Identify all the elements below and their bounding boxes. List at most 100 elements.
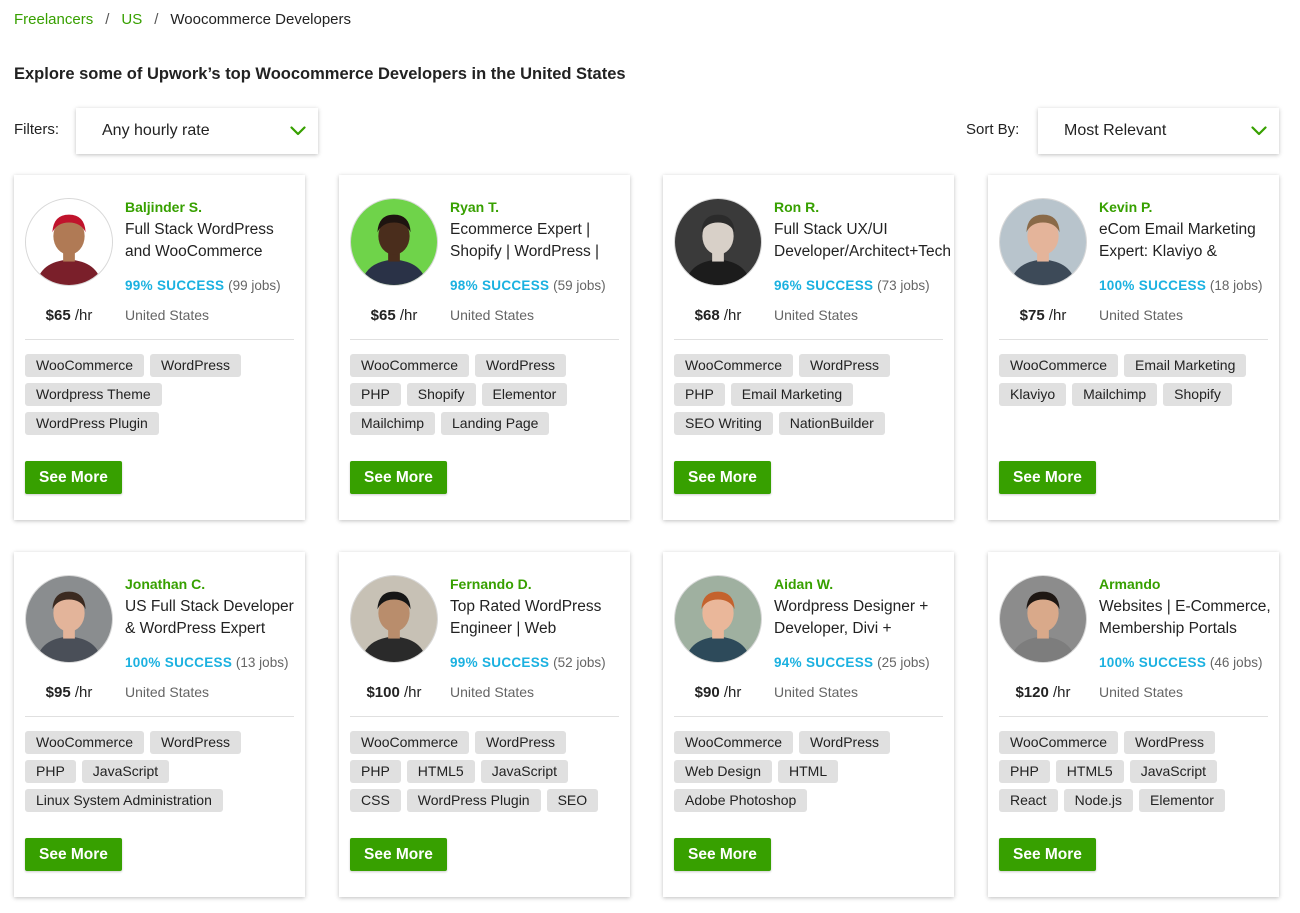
- skill-tag[interactable]: Shopify: [1163, 383, 1232, 406]
- skill-tag[interactable]: PHP: [350, 383, 401, 406]
- job-success: 99% SUCCESS (52 jobs): [450, 655, 606, 670]
- avatar[interactable]: [350, 198, 438, 286]
- skill-tag[interactable]: WordPress: [799, 354, 890, 377]
- skill-tag[interactable]: WooCommerce: [25, 354, 144, 377]
- skill-tag[interactable]: Elementor: [481, 383, 568, 406]
- freelancer-name[interactable]: Ryan T.: [450, 199, 499, 215]
- rate-unit: /hr: [74, 307, 93, 324]
- see-more-button[interactable]: See More: [25, 838, 122, 871]
- skill-tag[interactable]: WooCommerce: [999, 731, 1118, 754]
- skill-tag[interactable]: WordPress: [150, 354, 241, 377]
- skill-tag[interactable]: PHP: [350, 760, 401, 783]
- freelancer-name[interactable]: Fernando D.: [450, 576, 532, 592]
- skill-tag[interactable]: WordPress Plugin: [406, 789, 541, 812]
- skill-tag[interactable]: NationBuilder: [778, 412, 885, 435]
- freelancer-headline: eCom Email Marketing Expert: Klaviyo & M…: [1099, 221, 1256, 260]
- avatar[interactable]: [350, 575, 438, 663]
- skill-tag[interactable]: PHP: [674, 383, 725, 406]
- skill-tag[interactable]: HTML5: [1055, 760, 1124, 783]
- freelancer-name[interactable]: Armando: [1099, 576, 1160, 592]
- divider: [999, 716, 1268, 717]
- breadcrumb-link-freelancers[interactable]: Freelancers: [14, 11, 93, 28]
- skill-tag[interactable]: SEO: [546, 789, 599, 812]
- skill-list: WooCommerce WordPress Wordpress Theme WordP…: [25, 354, 295, 435]
- skill-tag[interactable]: HTML5: [406, 760, 475, 783]
- avatar[interactable]: [25, 575, 113, 663]
- freelancer-name[interactable]: Ron R.: [774, 199, 819, 215]
- freelancer-name[interactable]: Aidan W.: [774, 576, 833, 592]
- see-more-button[interactable]: See More: [999, 461, 1096, 494]
- rate-amount: $65: [45, 307, 71, 324]
- skill-tag[interactable]: JavaScript: [480, 760, 569, 783]
- skill-tag[interactable]: SEO Writing: [674, 412, 773, 435]
- freelancer-location: United States: [774, 307, 859, 323]
- skill-tag[interactable]: Email Marketing: [730, 383, 854, 406]
- freelancer-location: United States: [125, 684, 210, 700]
- job-success: 96% SUCCESS (73 jobs): [774, 278, 930, 293]
- skill-tag[interactable]: Node.js: [1063, 789, 1134, 812]
- avatar[interactable]: [25, 198, 113, 286]
- skill-tag[interactable]: Klaviyo: [999, 383, 1067, 406]
- skill-tag[interactable]: Elementor: [1139, 789, 1225, 812]
- skill-tag[interactable]: WordPress: [1124, 731, 1215, 754]
- see-more-button[interactable]: See More: [674, 838, 771, 871]
- skill-tag[interactable]: Web Design: [674, 760, 773, 783]
- avatar[interactable]: [674, 198, 762, 286]
- see-more-button[interactable]: See More: [350, 838, 447, 871]
- divider: [25, 716, 294, 717]
- freelancer-name[interactable]: Jonathan C.: [125, 576, 205, 592]
- hourly-rate: $65 /hr: [14, 307, 124, 324]
- skill-tag[interactable]: Mailchimp: [350, 412, 436, 435]
- skill-tag[interactable]: CSS: [350, 789, 401, 812]
- freelancer-headline: Full Stack WordPress and WooCommerce Dev…: [125, 221, 274, 260]
- skill-tag[interactable]: Linux System Administration: [25, 789, 223, 812]
- freelancer-headline: Top Rated WordPress Engineer | Web Devel…: [450, 598, 602, 637]
- freelancer-location: United States: [1099, 307, 1184, 323]
- skill-tag[interactable]: Mailchimp: [1072, 383, 1158, 406]
- skill-tag[interactable]: Wordpress Theme: [25, 383, 162, 406]
- skill-list: WooCommerce WordPress PHP HTML5 JavaScript Re…: [999, 731, 1269, 812]
- skill-tag[interactable]: WordPress: [150, 731, 241, 754]
- skill-tag[interactable]: WooCommerce: [350, 354, 469, 377]
- job-count: (73 jobs): [877, 278, 930, 293]
- freelancer-card: Kevin P. eCom Email Marketing Expert: Kl…: [988, 175, 1279, 520]
- skill-tag[interactable]: WordPress: [799, 731, 890, 754]
- hourly-rate-select[interactable]: Any hourly rate: [76, 108, 318, 154]
- breadcrumb-link-us[interactable]: US: [121, 11, 142, 28]
- freelancer-location: United States: [774, 684, 859, 700]
- skill-tag[interactable]: WooCommerce: [674, 354, 793, 377]
- skill-tag[interactable]: WordPress: [475, 354, 566, 377]
- see-more-button[interactable]: See More: [999, 838, 1096, 871]
- skill-tag[interactable]: React: [999, 789, 1058, 812]
- avatar[interactable]: [674, 575, 762, 663]
- success-rate: 98% SUCCESS: [450, 278, 550, 293]
- rate-amount: $75: [1019, 307, 1045, 324]
- job-count: (46 jobs): [1209, 655, 1263, 670]
- skill-tag[interactable]: WooCommerce: [25, 731, 144, 754]
- skill-tag[interactable]: WooCommerce: [674, 731, 793, 754]
- sort-select[interactable]: Most Relevant: [1038, 108, 1279, 154]
- skill-tag[interactable]: WooCommerce: [350, 731, 469, 754]
- skill-tag[interactable]: Adobe Photoshop: [674, 789, 808, 812]
- skill-tag[interactable]: WooCommerce: [999, 354, 1118, 377]
- skill-tag[interactable]: PHP: [25, 760, 76, 783]
- skill-tag[interactable]: JavaScript: [81, 760, 170, 783]
- avatar[interactable]: [999, 575, 1087, 663]
- skill-tag[interactable]: Shopify: [406, 383, 476, 406]
- freelancer-headline: US Full Stack Developer & WordPress Expe…: [125, 598, 294, 637]
- see-more-button[interactable]: See More: [350, 461, 447, 494]
- skill-tag[interactable]: WordPress: [475, 731, 566, 754]
- freelancer-name[interactable]: Baljinder S.: [125, 199, 202, 215]
- skill-list: WooCommerce Email Marketing Klaviyo Mailchi…: [999, 354, 1269, 406]
- skill-tag[interactable]: PHP: [999, 760, 1050, 783]
- skill-tag[interactable]: JavaScript: [1129, 760, 1218, 783]
- skill-tag[interactable]: Landing Page: [441, 412, 550, 435]
- avatar[interactable]: [999, 198, 1087, 286]
- skill-tag[interactable]: Email Marketing: [1124, 354, 1247, 377]
- freelancer-location: United States: [450, 684, 535, 700]
- freelancer-name[interactable]: Kevin P.: [1099, 199, 1152, 215]
- see-more-button[interactable]: See More: [25, 461, 122, 494]
- skill-tag[interactable]: HTML: [778, 760, 839, 783]
- see-more-button[interactable]: See More: [674, 461, 771, 494]
- skill-tag[interactable]: WordPress Plugin: [25, 412, 159, 435]
